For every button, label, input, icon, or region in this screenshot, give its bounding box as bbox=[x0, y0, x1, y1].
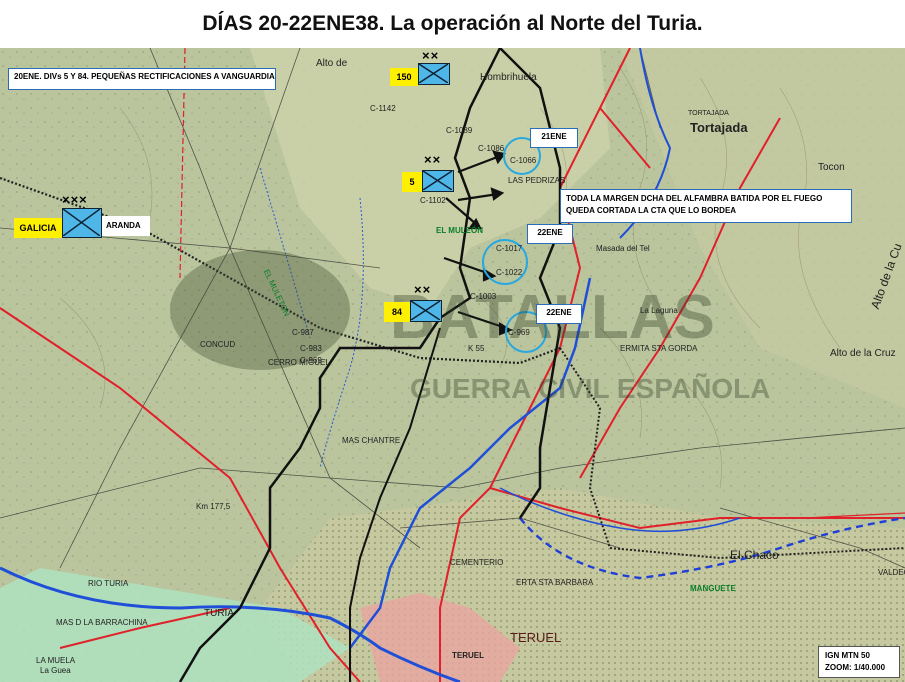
map-title: DÍAS 20-22ENE38. La operación al Norte d… bbox=[202, 12, 703, 35]
unit-symbol-84 bbox=[410, 300, 442, 322]
height-label: C-1066 bbox=[510, 156, 537, 165]
label-el-chaco: El Chaco bbox=[730, 548, 779, 562]
unit-label-5: 5 bbox=[402, 172, 422, 192]
label-turia: TURIA bbox=[204, 608, 234, 619]
map-canvas: BATALLAS GUERRA CIVIL ESPAÑOLA bbox=[0, 48, 905, 682]
unit-symbol-150 bbox=[418, 63, 450, 85]
unit-label-galicia: GALICIA bbox=[14, 218, 62, 238]
height-label: C-1017 bbox=[496, 244, 523, 253]
date-22ene-b: 22ENE bbox=[536, 304, 582, 324]
height-label: C-1102 bbox=[420, 196, 446, 205]
label-erta-sta-barbara: ERTA STA BARBARA bbox=[516, 578, 594, 587]
height-label: C-969 bbox=[300, 356, 322, 365]
label-teruel: TERUEL bbox=[452, 651, 484, 660]
unit-label-150: 150 bbox=[390, 68, 418, 86]
echelon-150: ×× bbox=[422, 48, 440, 63]
height-label: C-1142 bbox=[370, 104, 396, 113]
source-line1: IGN MTN 50 bbox=[825, 651, 870, 660]
note-20ene: 20ENE. DIVs 5 Y 84. PEQUEÑAS RECTIFICACI… bbox=[8, 68, 276, 90]
echelon-galicia: ××× bbox=[62, 192, 88, 207]
map-source-legend: IGN MTN 50 ZOOM: 1/40.000 bbox=[818, 646, 900, 678]
label-mas-barrachina: MAS D LA BARRACHINA bbox=[56, 618, 148, 627]
label-concud: CONCUD bbox=[200, 340, 236, 349]
label-km55: K 55 bbox=[468, 344, 485, 353]
source-line2: ZOOM: 1/40.000 bbox=[825, 663, 886, 672]
height-label: C-1022 bbox=[496, 268, 523, 277]
echelon-5: ×× bbox=[424, 152, 442, 167]
label-la-laguna: La Laguna bbox=[640, 306, 678, 315]
label-cementerio: CEMENTERIO bbox=[450, 558, 504, 567]
date-21ene: 21ENE bbox=[530, 128, 578, 148]
label-tortajada-caps: TORTAJADA bbox=[688, 110, 729, 117]
height-label: C-987 bbox=[292, 328, 314, 337]
label-hombrihuela: Hombrihuela bbox=[480, 72, 537, 83]
label-valdec: VALDEC bbox=[878, 568, 905, 577]
label-ermita-sta-gorda: ERMITA STA GORDA bbox=[620, 344, 698, 353]
unit-cross-icon bbox=[411, 301, 440, 320]
label-manguete: MANGUETE bbox=[690, 584, 736, 593]
unit-name-aranda: ARANDA bbox=[102, 216, 150, 236]
label-la-guea: La Guea bbox=[40, 666, 71, 675]
label-rio-turia: RIO TURIA bbox=[88, 579, 129, 588]
label-mas-chantre: MAS CHANTRE bbox=[342, 436, 401, 445]
height-label: C-969 bbox=[508, 328, 530, 337]
height-label: C-1089 bbox=[446, 126, 473, 135]
unit-symbol-galicia bbox=[62, 208, 102, 238]
label-alto-de: Alto de bbox=[316, 58, 348, 69]
label-alto-de-la-cruz: Alto de la Cruz bbox=[830, 348, 896, 359]
unit-cross-icon bbox=[423, 171, 452, 190]
label-masada-del-tel: Masada del Tel bbox=[596, 244, 650, 253]
height-label: C-1003 bbox=[470, 292, 497, 301]
label-las-pedrizas: LAS PEDRIZAS bbox=[508, 176, 566, 185]
note-margen-line2: QUEDA CORTADA LA CTA QUE LO BORDEA bbox=[566, 206, 737, 215]
label-tortajada: Tortajada bbox=[690, 120, 748, 135]
height-label: C-983 bbox=[300, 344, 322, 353]
label-teruel-big: TERUEL bbox=[510, 630, 562, 645]
note-margen: TODA LA MARGEN DCHA DEL ALFAMBRA BATIDA … bbox=[560, 189, 852, 223]
unit-symbol-5 bbox=[422, 170, 454, 192]
label-tocon: Tocon bbox=[818, 162, 845, 173]
label-la-muela: LA MUELA bbox=[36, 656, 76, 665]
watermark-line2: GUERRA CIVIL ESPAÑOLA bbox=[410, 373, 770, 404]
label-km1775: Km 177,5 bbox=[196, 502, 231, 511]
date-22ene-a: 22ENE bbox=[527, 224, 573, 244]
unit-cross-icon bbox=[419, 64, 448, 83]
height-label: C-1086 bbox=[478, 144, 505, 153]
tactical-map: BATALLAS GUERRA CIVIL ESPAÑOLA Hombrihue… bbox=[0, 48, 905, 682]
unit-label-84: 84 bbox=[384, 302, 410, 322]
echelon-84: ×× bbox=[414, 282, 432, 297]
unit-cross-icon bbox=[63, 209, 100, 236]
note-margen-line1: TODA LA MARGEN DCHA DEL ALFAMBRA BATIDA … bbox=[566, 194, 823, 203]
label-el-muleon: EL MULEÓN bbox=[436, 226, 483, 235]
